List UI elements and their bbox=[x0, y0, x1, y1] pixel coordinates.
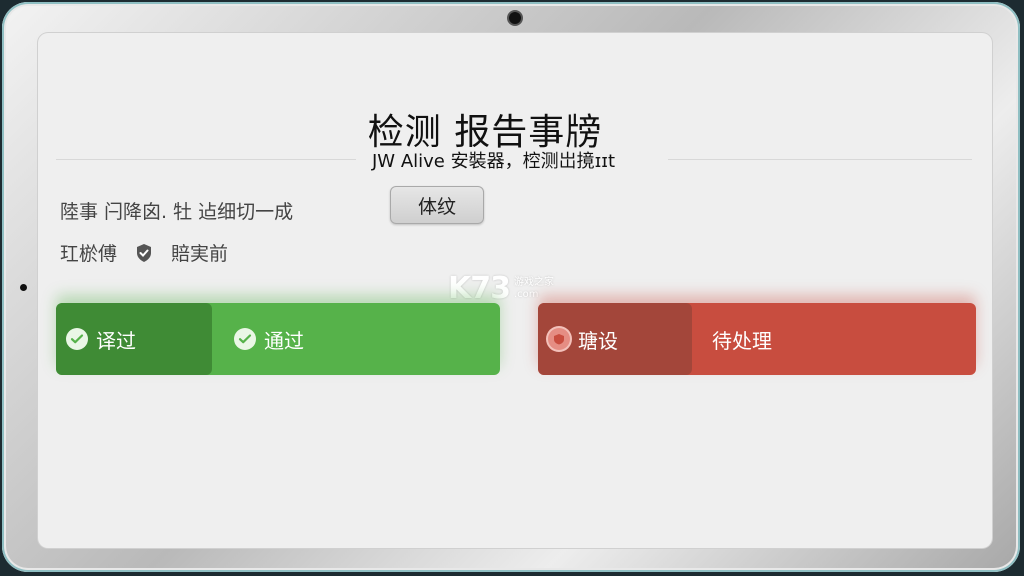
watermark-text-block: 游戏之家 .com bbox=[514, 277, 554, 301]
shield-icon bbox=[135, 243, 153, 263]
pass-result-card: 译过 通过 bbox=[56, 303, 500, 375]
alert-circle-icon bbox=[548, 328, 570, 350]
check-circle-icon bbox=[66, 328, 88, 350]
status-left-text: 玒棜傅 bbox=[60, 243, 118, 265]
pending-left-label: 瑭设 bbox=[578, 328, 618, 353]
report-screen: 检测 报告事牓 JW Alive 安裝器，椌测岀摬ɪɪt 陸事 闩降囟. 牡 迠… bbox=[38, 33, 992, 548]
pending-right-label: 待处理 bbox=[712, 328, 772, 353]
camera-icon bbox=[509, 12, 521, 24]
divider-right bbox=[668, 159, 972, 160]
pending-result-card: 瑭设 待处理 bbox=[538, 303, 976, 375]
pass-left-label: 译过 bbox=[96, 328, 136, 353]
watermark-domain: .com bbox=[514, 288, 539, 300]
side-sensor bbox=[20, 284, 27, 291]
detail-button[interactable]: 体纹 bbox=[390, 186, 484, 224]
pass-right-segment: 通过 bbox=[234, 303, 304, 375]
pass-left-segment: 译过 bbox=[56, 303, 212, 375]
status-line: 玒棜傅 賠実前 bbox=[60, 239, 228, 266]
check-circle-icon bbox=[234, 328, 256, 350]
divider-left bbox=[56, 159, 356, 160]
subtitle: JW Alive 安裝器，椌测岀摬ɪɪt bbox=[372, 151, 616, 172]
pending-left-segment: 瑭设 bbox=[538, 303, 692, 375]
description-text: 陸事 闩降囟. 牡 迠细切一成 bbox=[60, 201, 294, 223]
pass-right-label: 通过 bbox=[264, 328, 304, 353]
status-right-text: 賠実前 bbox=[171, 243, 229, 265]
tablet-frame: 检测 报告事牓 JW Alive 安裝器，椌测岀摬ɪɪt 陸事 闩降囟. 牡 迠… bbox=[2, 2, 1020, 572]
watermark-text: 游戏之家 bbox=[514, 276, 554, 288]
watermark-brand: K73 bbox=[448, 271, 511, 306]
watermark: K73 游戏之家 .com bbox=[448, 271, 554, 306]
pending-right-segment: 待处理 bbox=[712, 303, 772, 375]
